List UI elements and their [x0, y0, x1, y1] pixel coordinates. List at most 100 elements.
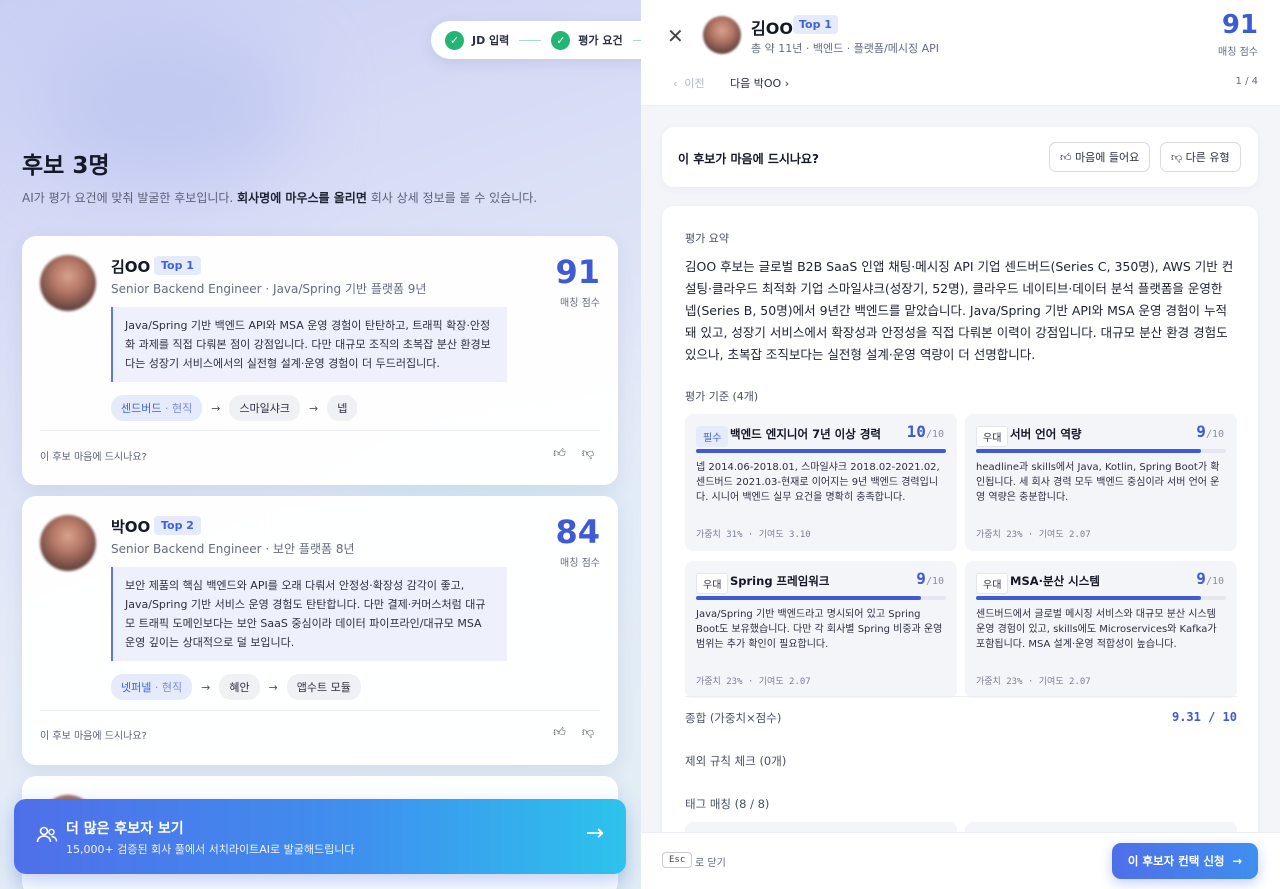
criteria-label: 평가 기준 (4개) — [685, 390, 759, 403]
rank-badge: Top 1 — [154, 256, 201, 275]
criterion-score: 10/10 — [906, 422, 944, 441]
criterion-meta: 가중치 23% · 기여도 2.07 — [696, 677, 811, 687]
criterion-name: 백엔드 엔지니어 7년 이상 경력 — [730, 427, 881, 441]
cta-subtitle: 15,000+ 검증된 회사 풀에서 서치라이트AI로 발굴해드립니다 — [66, 843, 355, 856]
candidate-list-area: ✓ JD 입력 ✓ 평가 요건 후보 3명 AI가 평가 요건에 맞춰 발굴한 … — [0, 0, 641, 889]
check-icon: ✓ — [445, 30, 464, 50]
criterion-desc: 넵 2014.06-2018.01, 스마일샤크 2018.02-2021.02… — [696, 462, 940, 503]
candidate-role: Senior Backend Engineer · 보안 플랫폼 8년 — [111, 542, 355, 556]
ai-summary: Java/Spring 기반 백엔드 API와 MSA 운영 경험이 탄탄하고,… — [111, 307, 507, 382]
detail-footer: Esc 로 닫기 이 후보자 컨택 신청 → — [641, 832, 1280, 889]
ai-summary: 보안 제품의 핵심 백엔드와 API를 오래 다뤄서 안정성·확장성 감각이 좋… — [111, 567, 507, 661]
criterion-tag: 우대 — [976, 426, 1009, 447]
criterion-score: 9/10 — [1196, 569, 1224, 588]
candidate-meta: 총 약 11년 · 백엔드 · 플랫폼/메시징 API — [751, 42, 940, 55]
step-label: JD 입력 — [472, 34, 510, 47]
arrow-right-icon: → — [268, 680, 278, 694]
step-jd[interactable]: ✓ JD 입력 — [445, 30, 510, 50]
score-bar — [696, 449, 946, 453]
career-path: 넷퍼넬 · 현직 → 혜안 → 앱수트 모듈 — [111, 674, 361, 700]
criterion-desc: headline과 skills에서 Java, Kotlin, Spring … — [976, 462, 1220, 503]
company-chip[interactable]: 혜안 — [219, 674, 260, 700]
thumbs-up-icon[interactable]: 👍︎ — [553, 446, 566, 461]
avatar — [703, 16, 741, 54]
thumbs-down-icon[interactable]: 👎︎ — [582, 725, 594, 740]
criterion-name: Spring 프레임워크 — [730, 574, 830, 588]
score-bar — [696, 596, 946, 600]
criterion-meta: 가중치 23% · 기여도 2.07 — [976, 530, 1091, 540]
arrow-right-icon: → — [309, 401, 319, 415]
candidate-name: 김OO — [111, 258, 151, 276]
criterion-name: 서버 언어 역량 — [1010, 427, 1082, 441]
company-chip[interactable]: 센드버드 · 현직 — [111, 395, 203, 421]
rank-badge: Top 1 — [793, 15, 838, 34]
summary-label: 평가 요약 — [685, 232, 729, 245]
criterion-tag: 필수 — [696, 426, 729, 447]
step-criteria[interactable]: ✓ 평가 요건 — [551, 30, 623, 50]
company-chip[interactable]: 앱수트 모듈 — [286, 674, 361, 700]
criterion-card: 우대 서버 언어 역량 9/10 headline과 skills에서 Java… — [965, 414, 1237, 551]
arrow-right-icon: → — [1232, 854, 1243, 868]
tag-match-label: 태그 매칭 (8 / 8) — [685, 797, 770, 811]
dislike-button[interactable]: 👎︎ 다른 유형 — [1160, 142, 1241, 172]
feedback-prompt: 이 후보 마음에 드시나요? — [40, 731, 147, 742]
step-connector — [632, 39, 641, 41]
criterion-card: 우대 MSA·분산 시스템 9/10 센드버드에서 글로벌 메시징 서비스와 대… — [965, 561, 1237, 698]
criterion-name: MSA·분산 시스템 — [1010, 574, 1100, 588]
candidate-name: 박OO — [111, 518, 151, 536]
prev-button[interactable]: ‹ 이전 — [673, 75, 705, 91]
check-icon: ✓ — [551, 30, 571, 50]
feedback-question: 이 후보가 마음에 드시나요? — [678, 152, 819, 166]
candidate-detail-panel: ✕ 김OO Top 1 총 약 11년 · 백엔드 · 플랫폼/메시징 API … — [641, 0, 1280, 889]
career-path: 센드버드 · 현직 → 스마일샤크 → 넵 — [111, 395, 358, 421]
exclusion-label: 제외 규칙 체크 (0개) — [685, 754, 787, 768]
like-button[interactable]: 👍︎ 마음에 들어요 — [1049, 142, 1151, 172]
candidate-role: Senior Backend Engineer · Java/Spring 기반… — [111, 282, 427, 296]
feedback-buttons: 👍︎ 👎︎ — [553, 725, 594, 740]
criterion-score: 9/10 — [916, 569, 944, 588]
company-chip[interactable]: 넵 — [327, 395, 358, 421]
criterion-tag: 우대 — [976, 573, 1009, 594]
page-subtitle: AI가 평가 요건에 맞춰 발굴한 후보입니다. 회사명에 마우스를 올리면 회… — [22, 191, 538, 205]
feedback-prompt: 이 후보 마음에 드시나요? — [40, 452, 147, 463]
thumbs-down-icon[interactable]: 👎︎ — [582, 446, 594, 461]
criterion-desc: Java/Spring 기반 백엔드라고 명시되어 있고 Spring Boot… — [696, 609, 943, 650]
feedback-buttons: 👍︎ 👎︎ — [553, 446, 594, 461]
page-indicator: 1 / 4 — [1235, 76, 1258, 87]
criterion-desc: 센드버드에서 글로벌 메시징 서비스와 대규모 분산 시스템 운영 경험이 있고… — [976, 609, 1217, 650]
page-title: 후보 3명 — [22, 153, 110, 179]
criterion-meta: 가중치 31% · 기여도 3.10 — [696, 530, 811, 540]
total-label: 종합 (가중치×점수) — [685, 711, 782, 725]
criterion-meta: 가중치 23% · 기여도 2.07 — [976, 677, 1091, 687]
score-bar — [976, 596, 1226, 600]
candidate-card[interactable]: 박OO Top 2 Senior Backend Engineer · 보안 플… — [22, 496, 618, 765]
contact-request-button[interactable]: 이 후보자 컨택 신청 → — [1112, 843, 1258, 879]
thumbs-down-icon: 👎︎ — [1171, 150, 1183, 164]
candidate-name: 김OO — [751, 19, 793, 38]
divider — [40, 710, 600, 711]
next-button[interactable]: 다음 박OO › — [730, 75, 789, 91]
more-candidates-button[interactable]: 더 많은 후보자 보기 15,000+ 검증된 회사 풀에서 서치라이트AI로 … — [14, 799, 626, 874]
thumbs-up-icon[interactable]: 👍︎ — [553, 725, 566, 740]
match-score: 91 매칭 점수 — [1218, 10, 1258, 58]
criterion-card: 우대 Spring 프레임워크 9/10 Java/Spring 기반 백엔드라… — [685, 561, 957, 698]
close-icon[interactable]: ✕ — [667, 24, 684, 48]
avatar — [40, 515, 96, 571]
company-chip[interactable]: 넷퍼넬 · 현직 — [111, 674, 193, 700]
criterion-tag: 우대 — [696, 573, 729, 594]
chevron-right-icon: › — [784, 77, 790, 90]
arrow-right-icon: → — [211, 401, 221, 415]
match-score: 84 매칭 점수 — [555, 513, 600, 569]
company-chip[interactable]: 스마일샤크 — [229, 395, 301, 421]
thumbs-up-icon: 👍︎ — [1060, 150, 1072, 164]
candidate-card[interactable]: 김OO Top 1 Senior Backend Engineer · Java… — [22, 236, 618, 485]
criterion-card: 필수 백엔드 엔지니어 7년 이상 경력 10/10 넵 2014.06-201… — [685, 414, 957, 551]
chevron-left-icon: ‹ — [673, 77, 678, 90]
arrow-right-icon: → — [585, 821, 604, 846]
step-connector — [519, 39, 542, 41]
evaluation-summary: 김OO 후보는 글로벌 B2B SaaS 인앱 채팅·메시징 API 기업 센드… — [685, 259, 1234, 362]
rank-badge: Top 2 — [154, 516, 201, 535]
step-label: 평가 요건 — [578, 34, 623, 47]
arrow-right-icon: → — [201, 680, 211, 694]
cta-title: 더 많은 후보자 보기 — [66, 821, 184, 837]
